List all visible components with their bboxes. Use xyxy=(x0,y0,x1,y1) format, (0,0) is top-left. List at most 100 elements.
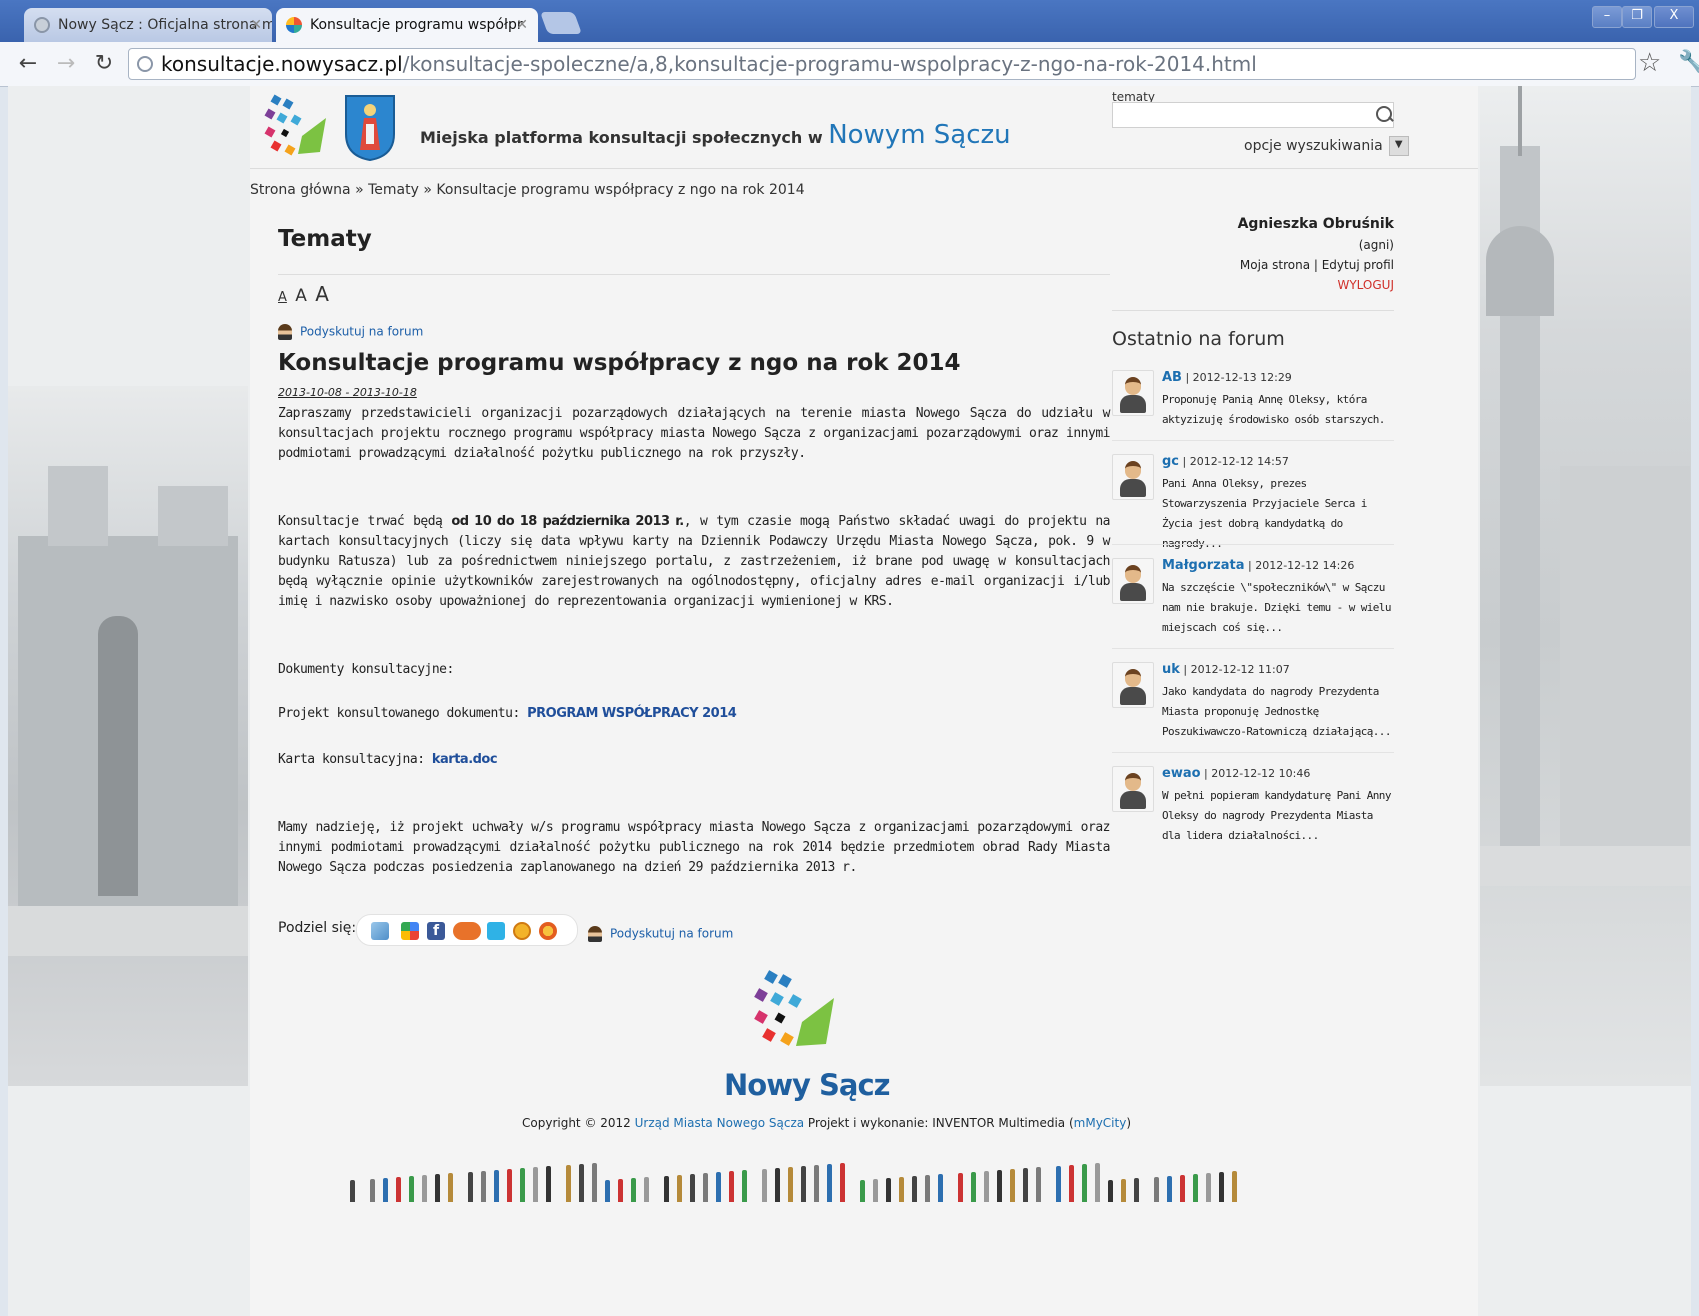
maximize-button[interactable]: ❐ xyxy=(1622,6,1652,28)
post-date: | 2012-12-12 14:57 xyxy=(1182,455,1289,468)
person-figure xyxy=(1023,1168,1028,1202)
duration-dates: od 10 do 18 października 2013 r. xyxy=(451,514,684,529)
article-title: Konsultacje programu współpracy z ngo na… xyxy=(278,350,961,376)
person-figure xyxy=(350,1180,355,1202)
background-townhall-left xyxy=(8,386,248,1086)
post-date: | 2012-12-12 10:46 xyxy=(1204,767,1311,780)
bookmark-star-icon[interactable]: ☆ xyxy=(1638,48,1661,78)
back-arrow-icon[interactable]: ← xyxy=(14,50,42,78)
person-figure xyxy=(1095,1163,1100,1202)
person-figure xyxy=(1056,1166,1061,1202)
forum-link-label: Podyskutuj na forum xyxy=(610,926,734,941)
mmycity-link-prefix[interactable]: m xyxy=(1074,1116,1086,1130)
user-login: (agni) xyxy=(1358,238,1394,252)
person-figure xyxy=(1167,1176,1172,1202)
person-figure xyxy=(690,1174,695,1202)
close-tab-icon[interactable]: ✕ xyxy=(250,8,262,42)
person-figure xyxy=(912,1176,917,1202)
credits-close: ) xyxy=(1126,1116,1132,1130)
search-options-dropdown[interactable]: opcje wyszukiwania ▼ xyxy=(1244,136,1409,156)
share-flaker-icon[interactable] xyxy=(539,922,557,940)
person-figure xyxy=(1134,1178,1139,1202)
url-path: /konsultacje-spoleczne/a,8,konsultacje-p… xyxy=(402,52,1257,76)
platform-city: Nowym Sączu xyxy=(828,120,1011,150)
post-author[interactable]: AB xyxy=(1162,370,1182,385)
person-figure xyxy=(1069,1165,1074,1202)
post-author[interactable]: ewao xyxy=(1162,766,1201,781)
hand-logo-icon[interactable] xyxy=(262,92,332,162)
person-figure xyxy=(742,1170,747,1202)
consultation-card-link[interactable]: karta.doc xyxy=(432,752,498,767)
share-facebook-icon[interactable]: f xyxy=(427,922,445,940)
my-page-link[interactable]: Moja strona xyxy=(1240,258,1310,272)
person-figure xyxy=(703,1173,708,1202)
post-author[interactable]: Małgorzata xyxy=(1162,558,1245,573)
post-author[interactable]: gc xyxy=(1162,454,1179,469)
city-office-link[interactable]: Urząd Miasta Nowego Sącza xyxy=(635,1116,804,1130)
share-google-icon[interactable] xyxy=(401,922,419,940)
consultation-card-line: Karta konsultacyjna: karta.doc xyxy=(278,750,1110,770)
forward-arrow-icon[interactable]: → xyxy=(52,50,80,78)
address-bar[interactable]: konsultacje.nowysacz.pl/konsultacje-spol… xyxy=(128,48,1636,80)
post-meta: uk | 2012-12-12 11:07 xyxy=(1162,662,1290,677)
font-size-medium-button[interactable]: A xyxy=(295,286,307,306)
project-document-line: Projekt konsultowanego dokumentu: PROGRA… xyxy=(278,704,1110,724)
edit-profile-link[interactable]: Edytuj profil xyxy=(1322,258,1394,272)
font-size-large-button[interactable]: A xyxy=(315,282,329,306)
user-name: Agnieszka Obruśnik xyxy=(1237,216,1394,232)
header-divider xyxy=(250,168,1478,169)
close-tab-icon[interactable]: ✕ xyxy=(516,8,528,42)
divider xyxy=(1112,752,1394,753)
person-figure xyxy=(984,1171,989,1202)
person-figure xyxy=(860,1180,865,1202)
person-figure xyxy=(579,1164,584,1202)
credits-text: Projekt i wykonanie: INVENTOR Multimedia… xyxy=(804,1116,1074,1130)
breadcrumb[interactable]: Strona główna » Tematy » Konsultacje pro… xyxy=(250,182,805,198)
post-meta: AB | 2012-12-13 12:29 xyxy=(1162,370,1292,385)
wrench-icon[interactable]: 🔧 xyxy=(1678,50,1699,75)
person-figure xyxy=(1232,1171,1237,1202)
footer-hand-logo-icon xyxy=(754,970,834,1046)
share-blip-icon[interactable] xyxy=(453,922,481,940)
person-figure xyxy=(592,1163,597,1202)
discuss-forum-link[interactable]: Podyskutuj na forum xyxy=(278,324,423,340)
search-input[interactable] xyxy=(1112,102,1394,128)
new-tab-button[interactable] xyxy=(539,12,583,34)
recent-forum-title: Ostatnio na forum xyxy=(1112,328,1285,350)
logout-link[interactable]: WYLOGUJ xyxy=(1337,278,1394,292)
person-figure xyxy=(605,1180,610,1202)
reload-icon[interactable]: ↻ xyxy=(90,50,118,78)
minimize-button[interactable]: – xyxy=(1592,6,1622,28)
person-figure xyxy=(1180,1175,1185,1202)
city-crest-icon xyxy=(345,95,395,162)
person-figure xyxy=(716,1172,721,1202)
close-window-button[interactable]: X xyxy=(1654,6,1694,28)
tab-label: Nowy Sącz : Oficjalna strona m xyxy=(58,17,272,33)
person-figure xyxy=(938,1174,943,1202)
person-figure xyxy=(566,1165,571,1202)
share-wykop-icon[interactable] xyxy=(371,922,389,940)
person-figure xyxy=(370,1179,375,1202)
post-meta: Małgorzata | 2012-12-12 14:26 xyxy=(1162,558,1354,573)
mycity-link[interactable]: MyCity xyxy=(1085,1116,1126,1130)
footer-people-illustration xyxy=(350,1142,1250,1202)
browser-tab-konsultacje[interactable]: Konsultacje programu współpr ✕ xyxy=(276,8,538,42)
font-size-switcher: A A A xyxy=(278,282,331,306)
project-document-link[interactable]: PROGRAM WSPÓŁPRACY 2014 xyxy=(527,706,737,721)
post-author[interactable]: uk xyxy=(1162,662,1180,677)
chevron-down-icon: ▼ xyxy=(1388,136,1409,156)
person-figure xyxy=(383,1178,388,1202)
person-figure xyxy=(533,1167,538,1202)
divider xyxy=(1112,544,1394,545)
share-wykop-icon-2[interactable] xyxy=(513,922,531,940)
duration-paragraph: Konsultacje trwać będą od 10 do 18 paźdz… xyxy=(278,512,1111,612)
search-icon[interactable] xyxy=(1376,106,1392,122)
discuss-forum-link-bottom[interactable]: Podyskutuj na forum xyxy=(588,926,733,942)
browser-tab-nowysacz[interactable]: Nowy Sącz : Oficjalna strona m ✕ xyxy=(24,8,272,42)
consultation-dates: 2013-10-08 - 2013-10-18 xyxy=(278,386,417,399)
person-figure xyxy=(409,1176,414,1202)
person-figure xyxy=(971,1172,976,1202)
font-size-small-button[interactable]: A xyxy=(278,290,287,305)
person-figure xyxy=(1121,1179,1126,1202)
share-twitter-icon[interactable] xyxy=(487,922,505,940)
